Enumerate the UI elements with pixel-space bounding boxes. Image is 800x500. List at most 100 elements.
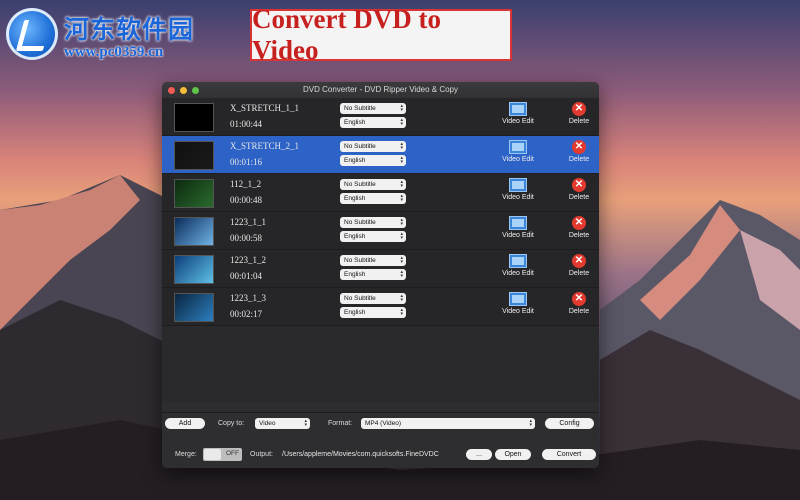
output-path: /Users/appleme/Movies/com.quicksofts.Fin… — [282, 451, 439, 458]
video-edit-button[interactable]: Video Edit — [498, 102, 538, 125]
subtitle-value: No Subtitle — [344, 143, 376, 150]
video-edit-label: Video Edit — [502, 156, 534, 163]
film-edit-icon — [509, 102, 527, 116]
audio-select[interactable]: English ▴ ▾ — [340, 269, 406, 280]
subtitle-select[interactable]: No Subtitle ▴ ▾ — [340, 293, 406, 304]
video-edit-label: Video Edit — [502, 194, 534, 201]
title-row[interactable]: X_STRETCH_2_1 00:01:16 No Subtitle ▴ ▾ En… — [162, 136, 599, 174]
delete-x-icon: ✕ — [572, 292, 586, 306]
delete-button[interactable]: ✕ Delete — [564, 216, 594, 239]
title-name: X_STRETCH_1_1 — [230, 103, 300, 113]
video-thumbnail — [174, 103, 214, 132]
video-thumbnail — [174, 179, 214, 208]
chevron-updown-icon: ▴ ▾ — [529, 418, 532, 428]
copy-to-select[interactable]: Video ▴ ▾ — [255, 418, 310, 429]
video-thumbnail — [174, 141, 214, 170]
delete-label: Delete — [568, 232, 590, 239]
subtitle-value: No Subtitle — [344, 105, 376, 112]
title-row[interactable]: X_STRETCH_1_1 01:00:44 No Subtitle ▴ ▾ En… — [162, 98, 599, 136]
format-value: MP4 (Video) — [365, 420, 402, 427]
title-row[interactable]: 1223_1_1 00:00:58 No Subtitle ▴ ▾ English… — [162, 212, 599, 250]
subtitle-select[interactable]: No Subtitle ▴ ▾ — [340, 255, 406, 266]
title-duration: 00:02:17 — [230, 309, 263, 319]
subtitle-value: No Subtitle — [344, 181, 376, 188]
chevron-updown-icon: ▴ ▾ — [400, 269, 403, 279]
format-label: Format: — [328, 420, 353, 427]
audio-select[interactable]: English ▴ ▾ — [340, 155, 406, 166]
delete-x-icon: ✕ — [572, 140, 586, 154]
film-edit-icon — [509, 254, 527, 268]
convert-button[interactable]: Convert — [542, 449, 596, 460]
audio-select[interactable]: English ▴ ▾ — [340, 307, 406, 318]
config-button[interactable]: Config — [545, 418, 594, 429]
audio-select[interactable]: English ▴ ▾ — [340, 117, 406, 128]
browse-button[interactable]: ... — [466, 449, 492, 460]
title-duration: 00:01:04 — [230, 271, 263, 281]
title-name: X_STRETCH_2_1 — [230, 141, 300, 151]
title-row[interactable]: 1223_1_2 00:01:04 No Subtitle ▴ ▾ English… — [162, 250, 599, 288]
chevron-updown-icon: ▴ ▾ — [400, 193, 403, 203]
subtitle-select[interactable]: No Subtitle ▴ ▾ — [340, 103, 406, 114]
chevron-updown-icon: ▴ ▾ — [400, 293, 403, 303]
subtitle-value: No Subtitle — [344, 257, 376, 264]
title-duration: 01:00:44 — [230, 119, 263, 129]
title-row[interactable]: 1223_1_3 00:02:17 No Subtitle ▴ ▾ English… — [162, 288, 599, 326]
film-edit-icon — [509, 178, 527, 192]
toggle-knob — [204, 449, 221, 460]
title-name: 1223_1_3 — [230, 293, 266, 303]
chevron-updown-icon: ▴ ▾ — [400, 155, 403, 165]
output-bar: Merge: OFF Output: /Users/appleme/Movies… — [162, 444, 599, 468]
add-button[interactable]: Add — [165, 418, 205, 429]
delete-label: Delete — [568, 118, 590, 125]
video-edit-button[interactable]: Video Edit — [498, 292, 538, 315]
video-edit-button[interactable]: Video Edit — [498, 140, 538, 163]
open-button[interactable]: Open — [495, 449, 531, 460]
delete-button[interactable]: ✕ Delete — [564, 292, 594, 315]
format-select[interactable]: MP4 (Video) ▴ ▾ — [361, 418, 535, 429]
video-edit-button[interactable]: Video Edit — [498, 216, 538, 239]
title-duration: 00:01:16 — [230, 157, 263, 167]
delete-button[interactable]: ✕ Delete — [564, 140, 594, 163]
delete-label: Delete — [568, 270, 590, 277]
merge-toggle[interactable]: OFF — [203, 448, 242, 461]
delete-x-icon: ✕ — [572, 178, 586, 192]
window-title: DVD Converter - DVD Ripper Video & Copy — [302, 85, 459, 94]
audio-value: English — [344, 233, 366, 240]
caption-text: Convert DVD to Video — [252, 4, 441, 65]
delete-label: Delete — [568, 308, 590, 315]
audio-select[interactable]: English ▴ ▾ — [340, 231, 406, 242]
delete-label: Delete — [568, 194, 590, 201]
chevron-updown-icon: ▴ ▾ — [400, 141, 403, 151]
subtitle-value: No Subtitle — [344, 295, 376, 302]
chevron-updown-icon: ▴ ▾ — [400, 255, 403, 265]
video-edit-button[interactable]: Video Edit — [498, 254, 538, 277]
subtitle-select[interactable]: No Subtitle ▴ ▾ — [340, 217, 406, 228]
title-row[interactable]: 112_1_2 00:00:48 No Subtitle ▴ ▾ English … — [162, 174, 599, 212]
delete-button[interactable]: ✕ Delete — [564, 254, 594, 277]
subtitle-select[interactable]: No Subtitle ▴ ▾ — [340, 179, 406, 190]
video-edit-label: Video Edit — [502, 270, 534, 277]
audio-value: English — [344, 119, 366, 126]
delete-button[interactable]: ✕ Delete — [564, 178, 594, 201]
delete-label: Delete — [568, 156, 590, 163]
chevron-updown-icon: ▴ ▾ — [304, 418, 307, 428]
copy-to-value: Video — [259, 420, 276, 427]
audio-value: English — [344, 157, 366, 164]
merge-state: OFF — [226, 450, 239, 457]
delete-button[interactable]: ✕ Delete — [564, 102, 594, 125]
options-bar: Add Copy to: Video ▴ ▾ Format: MP4 (Video… — [162, 412, 599, 435]
title-duration: 00:00:48 — [230, 195, 263, 205]
video-thumbnail — [174, 217, 214, 246]
title-name: 112_1_2 — [230, 179, 262, 189]
video-edit-label: Video Edit — [502, 308, 534, 315]
audio-value: English — [344, 309, 366, 316]
delete-x-icon: ✕ — [572, 254, 586, 268]
caption-banner: Convert DVD to Video — [250, 4, 512, 65]
video-edit-button[interactable]: Video Edit — [498, 178, 538, 201]
audio-select[interactable]: English ▴ ▾ — [340, 193, 406, 204]
chevron-updown-icon: ▴ ▾ — [400, 179, 403, 189]
subtitle-select[interactable]: No Subtitle ▴ ▾ — [340, 141, 406, 152]
chevron-updown-icon: ▴ ▾ — [400, 217, 403, 227]
title-name: 1223_1_2 — [230, 255, 266, 265]
merge-label: Merge: — [175, 451, 197, 458]
